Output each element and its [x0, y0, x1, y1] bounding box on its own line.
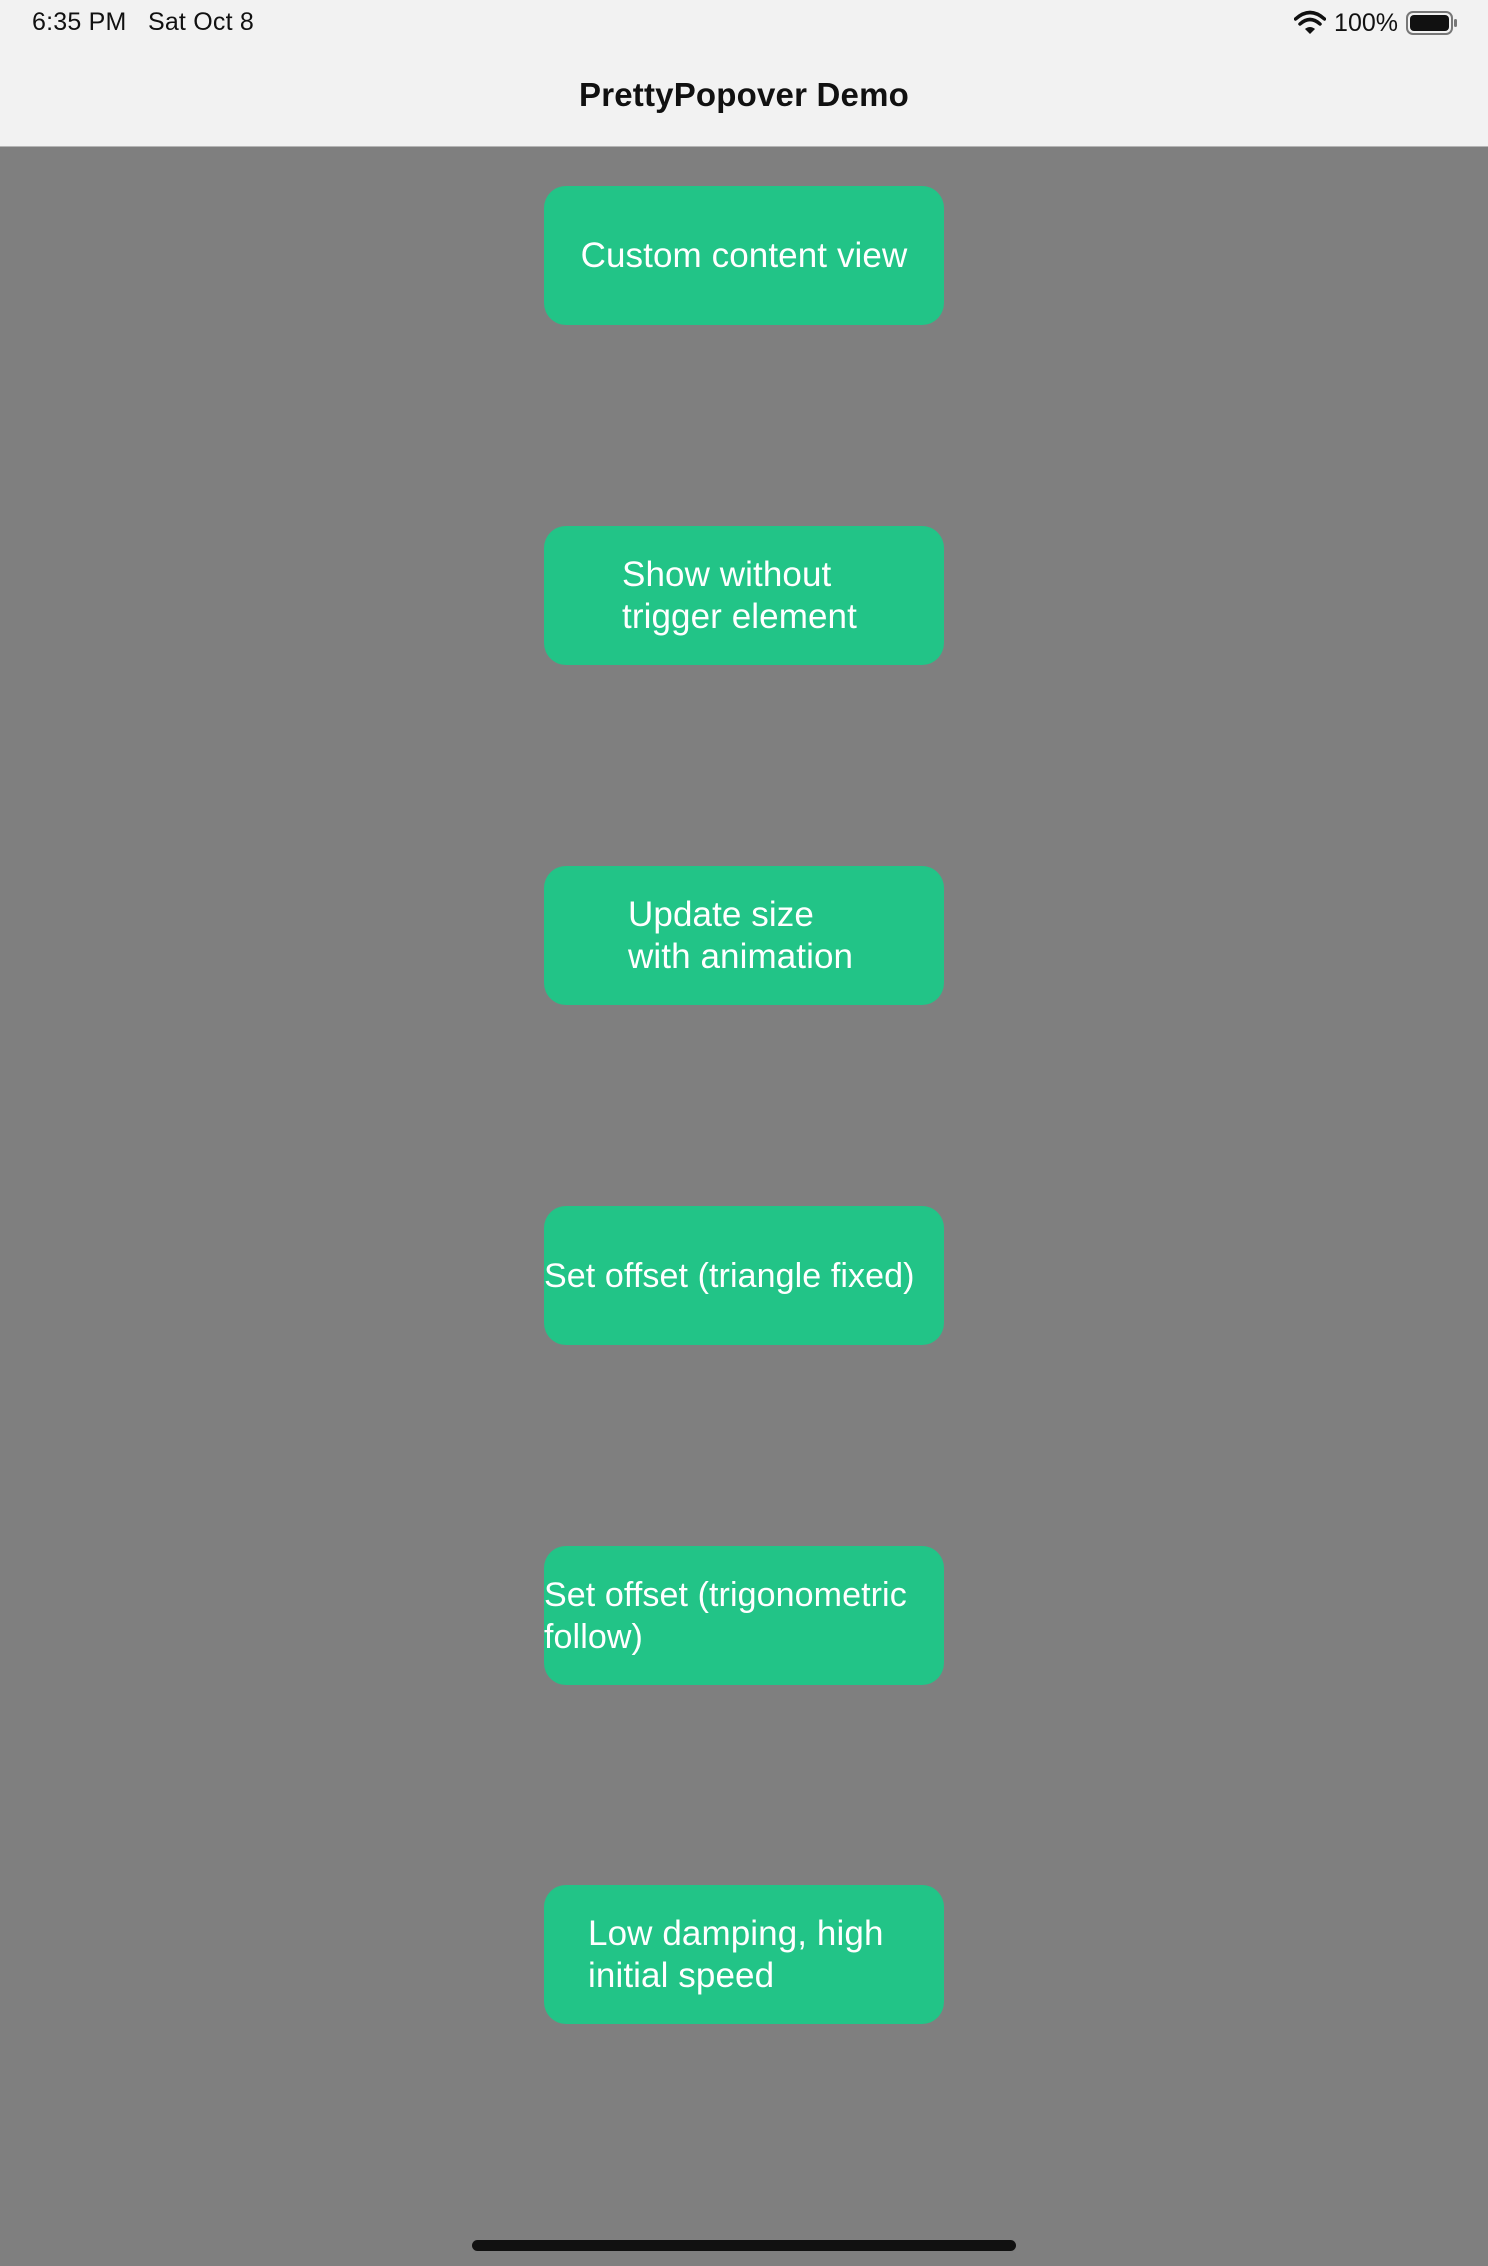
low-damping-button[interactable]: Low damping, high initial speed	[544, 1885, 944, 2024]
home-indicator[interactable]	[472, 2240, 1016, 2251]
demo-button-list: Custom content view Show without trigger…	[0, 147, 1488, 2266]
status-time-date: 6:35 PM Sat Oct 8	[32, 8, 254, 37]
page-title: PrettyPopover Demo	[578, 76, 910, 113]
navigation-bar: PrettyPopover Demo	[0, 48, 1488, 147]
status-date: Sat Oct 8	[147, 8, 254, 36]
update-size-animation-button[interactable]: Update size with animation	[544, 866, 944, 1005]
status-bar: 6:35 PM Sat Oct 8 100%	[0, 0, 1488, 48]
battery-icon	[1406, 11, 1457, 35]
custom-content-view-button[interactable]: Custom content view	[544, 186, 944, 325]
set-offset-triangle-fixed-button[interactable]: Set offset (triangle fixed)	[544, 1206, 944, 1345]
battery-percent: 100%	[1334, 8, 1398, 37]
status-time: 6:35 PM	[32, 8, 127, 36]
wifi-icon	[1294, 10, 1327, 34]
set-offset-trigonometric-button[interactable]: Set offset (trigonometric follow)	[544, 1546, 944, 1685]
status-indicators: 100%	[1294, 7, 1458, 39]
show-without-trigger-button[interactable]: Show without trigger element	[544, 526, 944, 665]
